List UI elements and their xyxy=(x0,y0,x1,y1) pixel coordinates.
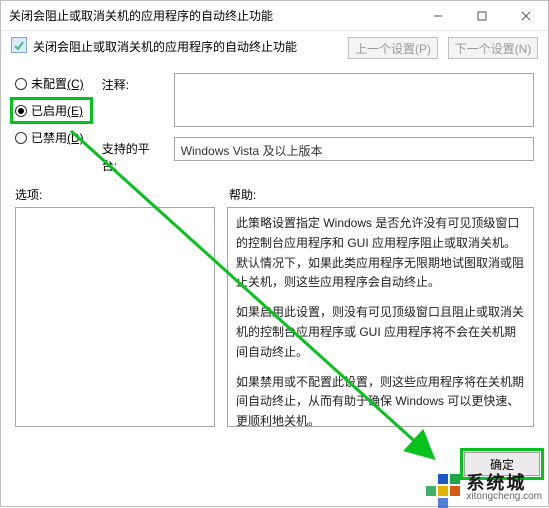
help-label: 帮助: xyxy=(229,186,256,203)
policy-header: 关闭会阻止或取消关机的应用程序的自动终止功能 上一个设置(P) 下一个设置(N) xyxy=(1,31,548,69)
maximize-button[interactable] xyxy=(460,1,504,30)
options-label: 选项: xyxy=(15,186,215,203)
previous-setting-button[interactable]: 上一个设置(P) xyxy=(348,37,438,59)
radio-not-configured[interactable]: 未配置(C) xyxy=(15,75,84,92)
watermark: 系统城 xitongcheng.com xyxy=(432,474,542,502)
policy-icon xyxy=(11,37,27,53)
highlight-enabled-radio: 已启用(E) xyxy=(10,97,93,124)
window-title: 关闭会阻止或取消关机的应用程序的自动终止功能 xyxy=(9,7,416,24)
policy-caption: 关闭会阻止或取消关机的应用程序的自动终止功能 xyxy=(33,37,348,55)
watermark-title: 系统城 xyxy=(466,474,542,492)
help-paragraph: 此策略设置指定 Windows 是否允许没有可见顶级窗口的控制台应用程序和 GU… xyxy=(236,214,525,293)
state-radio-group: 未配置(C) 已启用(E) 已禁用(D) xyxy=(15,73,84,174)
radio-icon xyxy=(15,105,27,117)
close-button[interactable] xyxy=(504,1,548,30)
minimize-button[interactable] xyxy=(416,1,460,30)
options-pane xyxy=(15,207,215,427)
radio-disabled[interactable]: 已禁用(D) xyxy=(15,129,84,146)
platform-label: 支持的平台: xyxy=(102,137,164,174)
title-bar: 关闭会阻止或取消关机的应用程序的自动终止功能 xyxy=(1,1,548,31)
radio-icon xyxy=(15,78,27,90)
ok-button[interactable]: 确定 xyxy=(464,452,540,476)
help-pane: 此策略设置指定 Windows 是否允许没有可见顶级窗口的控制台应用程序和 GU… xyxy=(227,207,534,427)
watermark-logo-icon xyxy=(432,474,460,502)
comment-textarea[interactable] xyxy=(174,73,534,127)
dialog-footer: 确定 xyxy=(464,452,540,476)
radio-icon xyxy=(15,132,27,144)
next-setting-button[interactable]: 下一个设置(N) xyxy=(448,37,538,59)
comment-label: 注释: xyxy=(102,73,164,93)
config-area: 未配置(C) 已启用(E) 已禁用(D) 注释: 支持的平台: Windows … xyxy=(1,69,548,174)
help-paragraph: 如果禁用或不配置此设置，则这些应用程序将在关机期间自动终止，从而有助于确保 Wi… xyxy=(236,373,525,427)
supported-platform-field: Windows Vista 及以上版本 xyxy=(174,137,534,161)
watermark-url: xitongcheng.com xyxy=(466,492,542,502)
radio-enabled[interactable]: 已启用(E) xyxy=(15,102,84,119)
window-controls xyxy=(416,1,548,30)
help-paragraph: 如果启用此设置，则没有可见顶级窗口且阻止或取消关机的控制台应用程序或 GUI 应… xyxy=(236,303,525,362)
